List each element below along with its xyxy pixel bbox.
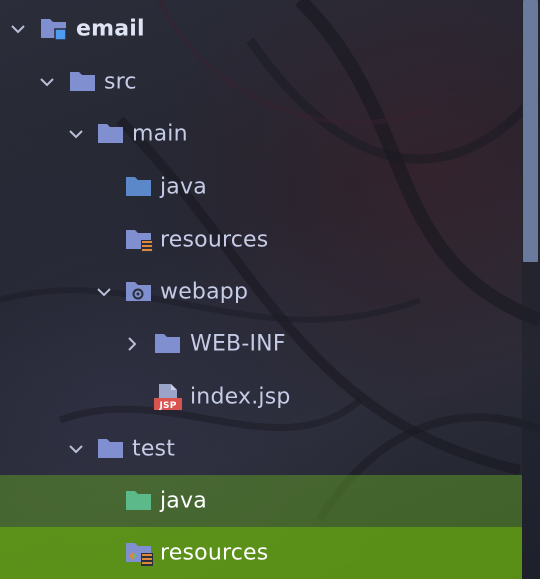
chevron-down-icon[interactable] bbox=[94, 282, 114, 302]
chevron-down-icon[interactable] bbox=[8, 19, 28, 39]
tree-item-label: WEB-INF bbox=[190, 331, 286, 357]
test-resources-folder-icon bbox=[125, 540, 153, 566]
resources-folder-icon bbox=[125, 227, 153, 253]
tree-item-email[interactable]: email bbox=[0, 3, 522, 55]
module-folder-icon bbox=[40, 16, 68, 42]
tree-item-webapp[interactable]: webapp bbox=[0, 266, 522, 318]
tree-item-test[interactable]: test bbox=[0, 423, 522, 475]
tree-item-resources[interactable]: resources bbox=[0, 214, 522, 266]
tree-item-label: java bbox=[160, 488, 207, 514]
folder-icon bbox=[97, 121, 125, 147]
folder-icon bbox=[69, 69, 97, 95]
tree-item-label: main bbox=[132, 121, 188, 147]
chevron-down-icon[interactable] bbox=[37, 72, 57, 92]
tree-item-index-jsp[interactable]: JSP index.jsp bbox=[0, 371, 522, 423]
jsp-file-icon: JSP bbox=[153, 382, 183, 412]
tree-item-label: resources bbox=[160, 540, 269, 566]
folder-icon bbox=[97, 436, 125, 462]
tree-item-main[interactable]: main bbox=[0, 108, 522, 160]
vertical-scrollbar-thumb[interactable] bbox=[523, 0, 538, 262]
jsp-badge-text: JSP bbox=[158, 401, 176, 411]
tree-item-test-java[interactable]: java bbox=[0, 475, 522, 527]
tree-item-label: index.jsp bbox=[190, 384, 291, 410]
tree-item-web-inf[interactable]: WEB-INF bbox=[0, 318, 522, 370]
chevron-down-icon[interactable] bbox=[66, 124, 86, 144]
web-folder-icon bbox=[125, 279, 153, 305]
tree-item-label: email bbox=[76, 16, 145, 42]
tree-item-label: test bbox=[132, 436, 176, 462]
source-root-folder-icon bbox=[125, 174, 153, 200]
chevron-right-icon[interactable] bbox=[122, 334, 142, 354]
tree-item-java[interactable]: java bbox=[0, 161, 522, 213]
folder-icon bbox=[154, 331, 182, 357]
tree-item-label: java bbox=[160, 174, 207, 200]
test-source-folder-icon bbox=[125, 488, 153, 514]
chevron-down-icon[interactable] bbox=[66, 439, 86, 459]
project-tree: email src main java resources webapp WEB… bbox=[0, 0, 522, 579]
tree-item-label: resources bbox=[160, 227, 269, 253]
tree-item-label: webapp bbox=[160, 279, 249, 305]
tree-item-test-resources[interactable]: resources bbox=[0, 527, 522, 579]
tree-item-label: src bbox=[104, 69, 137, 95]
tree-item-src[interactable]: src bbox=[0, 56, 522, 108]
